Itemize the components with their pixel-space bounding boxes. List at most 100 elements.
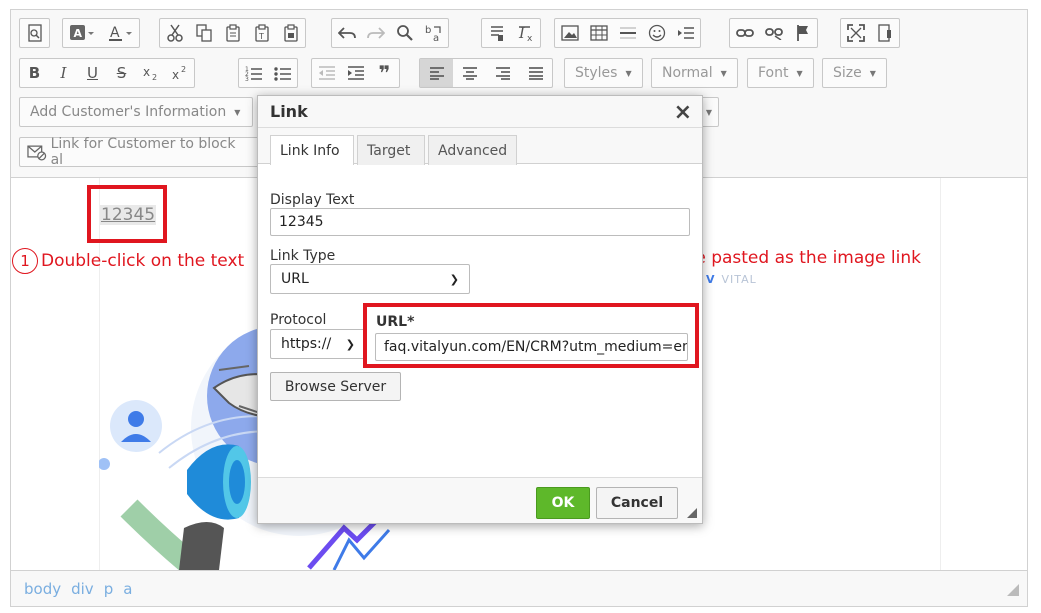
svg-text:A: A — [74, 27, 83, 40]
protocol-select[interactable]: https:// ❯ — [270, 329, 366, 359]
display-text-label: Display Text — [270, 192, 355, 208]
dialog-tabs: Link Info Target Advanced — [258, 128, 702, 165]
blockquote-icon[interactable]: ❞ — [370, 59, 399, 87]
svg-text:T: T — [258, 32, 264, 41]
step-1-text: Double-click on the text — [41, 251, 245, 271]
smiley-icon[interactable] — [642, 19, 671, 47]
link-type-label: Link Type — [270, 248, 336, 264]
svg-text:x: x — [172, 68, 179, 81]
image-icon[interactable] — [555, 19, 584, 47]
toolbar-group-history-find: ba — [331, 18, 449, 48]
brand-logo-text: V VITAL — [706, 273, 757, 286]
highlight-box-link-text — [87, 185, 167, 243]
customer-info-dropdown-label: Add Customer's Information — [30, 104, 227, 120]
background-color-icon[interactable]: A — [63, 19, 101, 47]
align-center-icon[interactable] — [453, 59, 486, 87]
block-link-button-label: Link for Customer to block al — [50, 136, 236, 168]
svg-text:2: 2 — [181, 65, 186, 74]
block-link-button[interactable]: Link for Customer to block al — [19, 136, 259, 168]
format-dropdown[interactable]: Normal ▼ — [651, 58, 738, 88]
redo-icon[interactable] — [361, 19, 390, 47]
path-crumb-p[interactable]: p — [104, 580, 114, 598]
align-justify-icon[interactable] — [519, 59, 552, 87]
superscript-icon[interactable]: x2 — [165, 59, 194, 87]
tab-advanced[interactable]: Advanced — [428, 135, 517, 165]
bulleted-list-icon[interactable] — [268, 59, 297, 87]
cut-icon[interactable] — [160, 19, 189, 47]
outdent-icon[interactable] — [312, 59, 341, 87]
protocol-value: https:// — [281, 336, 332, 352]
path-crumb-div[interactable]: div — [71, 580, 94, 598]
toolbar-group-document — [19, 18, 50, 48]
toolbar-group-clipboard: T — [159, 18, 306, 48]
close-icon[interactable]: × — [674, 100, 692, 125]
dialog-resize-icon[interactable] — [687, 508, 697, 518]
font-dropdown[interactable]: Font ▼ — [747, 58, 814, 88]
show-blocks-icon[interactable] — [870, 19, 899, 47]
italic-icon[interactable]: I — [49, 59, 78, 87]
chevron-down-icon: ❯ — [449, 272, 459, 286]
styles-dropdown[interactable]: Styles ▼ — [564, 58, 643, 88]
paste-word-icon[interactable] — [276, 19, 305, 47]
ok-button[interactable]: OK — [536, 487, 590, 519]
toolbar-group-align — [419, 58, 553, 88]
cancel-button[interactable]: Cancel — [596, 487, 678, 519]
tab-link-info[interactable]: Link Info — [270, 135, 354, 165]
subscript-icon[interactable]: x2 — [136, 59, 165, 87]
numbered-list-icon[interactable]: 123 — [239, 59, 268, 87]
toolbar-group-links — [729, 18, 818, 48]
align-right-icon[interactable] — [486, 59, 519, 87]
remove-format-icon[interactable]: Ix — [511, 19, 540, 47]
link-icon[interactable] — [730, 19, 759, 47]
resize-grip-icon[interactable] — [1007, 584, 1019, 596]
toolbar-group-misc: Ix — [481, 18, 541, 48]
size-dropdown[interactable]: Size ▼ — [822, 58, 887, 88]
chevron-down-icon: ▼ — [796, 68, 803, 78]
toolbar-group-colors: A A — [62, 18, 140, 48]
customer-info-dropdown[interactable]: Add Customer's Information ▼ — [19, 97, 253, 127]
strikethrough-icon[interactable]: S — [107, 59, 136, 87]
link-type-value: URL — [281, 271, 309, 287]
maximize-icon[interactable] — [841, 19, 870, 47]
browse-server-button[interactable]: Browse Server — [270, 372, 401, 401]
element-path-bar: body div p a — [11, 570, 1027, 606]
replace-icon[interactable]: ba — [419, 19, 448, 47]
dialog-title: Link — [270, 102, 308, 121]
toolbar-group-paragraph: 123 — [238, 58, 298, 88]
anchor-flag-icon[interactable] — [788, 19, 817, 47]
svg-text:b: b — [425, 25, 431, 36]
paste-icon[interactable] — [218, 19, 247, 47]
align-left-icon[interactable] — [420, 59, 453, 87]
dialog-header[interactable]: Link × — [258, 96, 702, 128]
svg-text:2: 2 — [152, 73, 157, 81]
tab-target[interactable]: Target — [357, 135, 425, 165]
select-all-icon[interactable] — [482, 19, 511, 47]
indent-icon[interactable] — [341, 59, 370, 87]
display-text-input[interactable]: 12345 — [270, 208, 690, 236]
dialog-footer: OK Cancel — [258, 477, 702, 523]
copy-icon[interactable] — [189, 19, 218, 47]
chevron-down-icon: ❯ — [345, 337, 355, 351]
bold-icon[interactable]: B — [20, 59, 49, 87]
chevron-down-icon: ▼ — [234, 107, 241, 117]
paste-text-icon[interactable]: T — [247, 19, 276, 47]
find-icon[interactable] — [390, 19, 419, 47]
unlink-icon[interactable] — [759, 19, 788, 47]
step-1-number: 1 — [12, 248, 38, 274]
link-type-select[interactable]: URL ❯ — [270, 264, 470, 294]
preview-icon[interactable] — [20, 19, 49, 47]
path-crumb-a[interactable]: a — [123, 580, 132, 598]
font-dropdown-label: Font — [758, 65, 789, 81]
protocol-label: Protocol — [270, 312, 327, 328]
horizontal-rule-icon[interactable] — [613, 19, 642, 47]
underline-icon[interactable]: U — [78, 59, 107, 87]
undo-icon[interactable] — [332, 19, 361, 47]
highlight-box-url — [363, 303, 699, 368]
chevron-down-icon: ▼ — [720, 68, 727, 78]
insert-indent-list-icon[interactable] — [671, 19, 700, 47]
table-icon[interactable] — [584, 19, 613, 47]
path-crumb-body[interactable]: body — [24, 580, 61, 598]
text-color-icon[interactable]: A — [101, 19, 139, 47]
size-dropdown-label: Size — [833, 65, 862, 81]
step-1-annotation: 1 Double-click on the text — [12, 248, 244, 274]
